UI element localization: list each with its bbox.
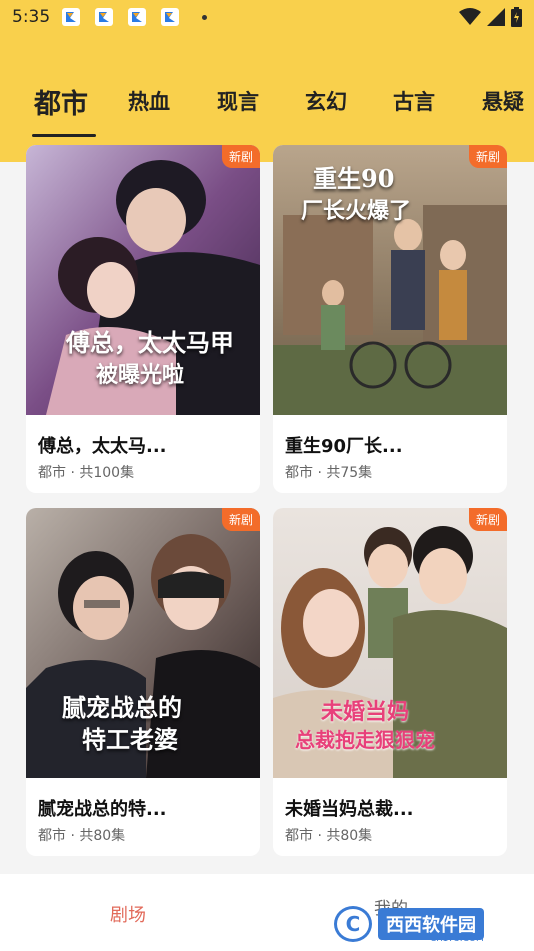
tab-xianyan[interactable]: 现言 bbox=[217, 86, 259, 116]
new-badge: 新剧 bbox=[468, 145, 507, 168]
drama-poster[interactable]: 傅总，太太马甲 被曝光啦 新剧 bbox=[26, 145, 260, 415]
drama-poster[interactable]: 重生90 厂长火爆了 新剧 bbox=[273, 145, 507, 415]
poster-title: 傅总，太太马甲 bbox=[66, 328, 234, 357]
drama-meta: 都市 · 共100集 bbox=[38, 465, 135, 481]
app-notification-icon bbox=[128, 8, 147, 26]
tab-rexue[interactable]: 热血 bbox=[128, 86, 170, 116]
tab-xuanhuan[interactable]: 玄幻 bbox=[305, 86, 347, 116]
drama-meta: 都市 · 共80集 bbox=[285, 828, 373, 844]
watermark: C 西西软件园 CR173.COM bbox=[334, 904, 524, 944]
app-notification-icon bbox=[161, 8, 180, 26]
drama-title: 傅总，太太马... bbox=[38, 436, 167, 457]
battery-icon bbox=[511, 7, 522, 27]
drama-poster[interactable]: 未婚当妈 总裁抱走狠狠宠 新剧 bbox=[273, 508, 507, 778]
new-badge: 新剧 bbox=[221, 145, 260, 168]
drama-meta: 都市 · 共75集 bbox=[285, 465, 373, 481]
poster-title: 厂长火爆了 bbox=[301, 198, 412, 224]
drama-poster[interactable]: 腻宠战总的 特工老婆 新剧 bbox=[26, 508, 260, 778]
drama-title: 未婚当妈总裁... bbox=[285, 799, 414, 820]
drama-card[interactable]: 未婚当妈 总裁抱走狠狠宠 新剧 未婚当妈总裁... 都市 · 共80集 bbox=[273, 508, 507, 856]
signal-icon bbox=[487, 8, 505, 26]
poster-title: 总裁抱走狠狠宠 bbox=[295, 728, 435, 752]
active-tab-indicator bbox=[32, 134, 96, 137]
drama-card[interactable]: 重生90 厂长火爆了 新剧 重生90厂长... 都市 · 共75集 bbox=[273, 145, 507, 493]
drama-card[interactable]: 傅总，太太马甲 被曝光啦 新剧 傅总，太太马... 都市 · 共100集 bbox=[26, 145, 260, 493]
nav-theater[interactable]: 剧场 bbox=[110, 901, 146, 927]
drama-title: 重生90厂长... bbox=[285, 436, 403, 457]
header: 都市 热血 现言 玄幻 古言 悬疑 bbox=[0, 34, 534, 162]
drama-title: 腻宠战总的特... bbox=[38, 799, 167, 820]
poster-title: 被曝光啦 bbox=[96, 362, 185, 388]
poster-title: 未婚当妈 bbox=[321, 699, 410, 725]
watermark-sub: CR173.COM bbox=[430, 934, 484, 944]
watermark-logo: C bbox=[334, 906, 372, 942]
new-badge: 新剧 bbox=[468, 508, 507, 531]
drama-card[interactable]: 腻宠战总的 特工老婆 新剧 腻宠战总的特... 都市 · 共80集 bbox=[26, 508, 260, 856]
wifi-icon bbox=[459, 8, 481, 25]
tab-dushi[interactable]: 都市 bbox=[34, 82, 88, 121]
status-bar: 5:35 bbox=[0, 0, 534, 34]
bottom-navigation: 剧场 我的 C 西西软件园 CR173.COM bbox=[0, 874, 534, 951]
more-notifications-dot bbox=[202, 14, 208, 20]
app-notification-icon bbox=[62, 8, 81, 26]
category-tabs: 都市 热血 现言 玄幻 古言 悬疑 bbox=[0, 86, 534, 136]
tab-xuanyi[interactable]: 悬疑 bbox=[482, 86, 524, 116]
poster-title: 重生90 bbox=[313, 164, 395, 193]
poster-title: 特工老婆 bbox=[82, 725, 178, 754]
status-time: 5:35 bbox=[12, 7, 51, 27]
new-badge: 新剧 bbox=[221, 508, 260, 531]
tab-guyan[interactable]: 古言 bbox=[393, 86, 435, 116]
drama-meta: 都市 · 共80集 bbox=[38, 828, 126, 844]
status-icons bbox=[459, 7, 522, 27]
app-notification-icon bbox=[95, 8, 114, 26]
poster-title: 腻宠战总的 bbox=[62, 693, 182, 722]
